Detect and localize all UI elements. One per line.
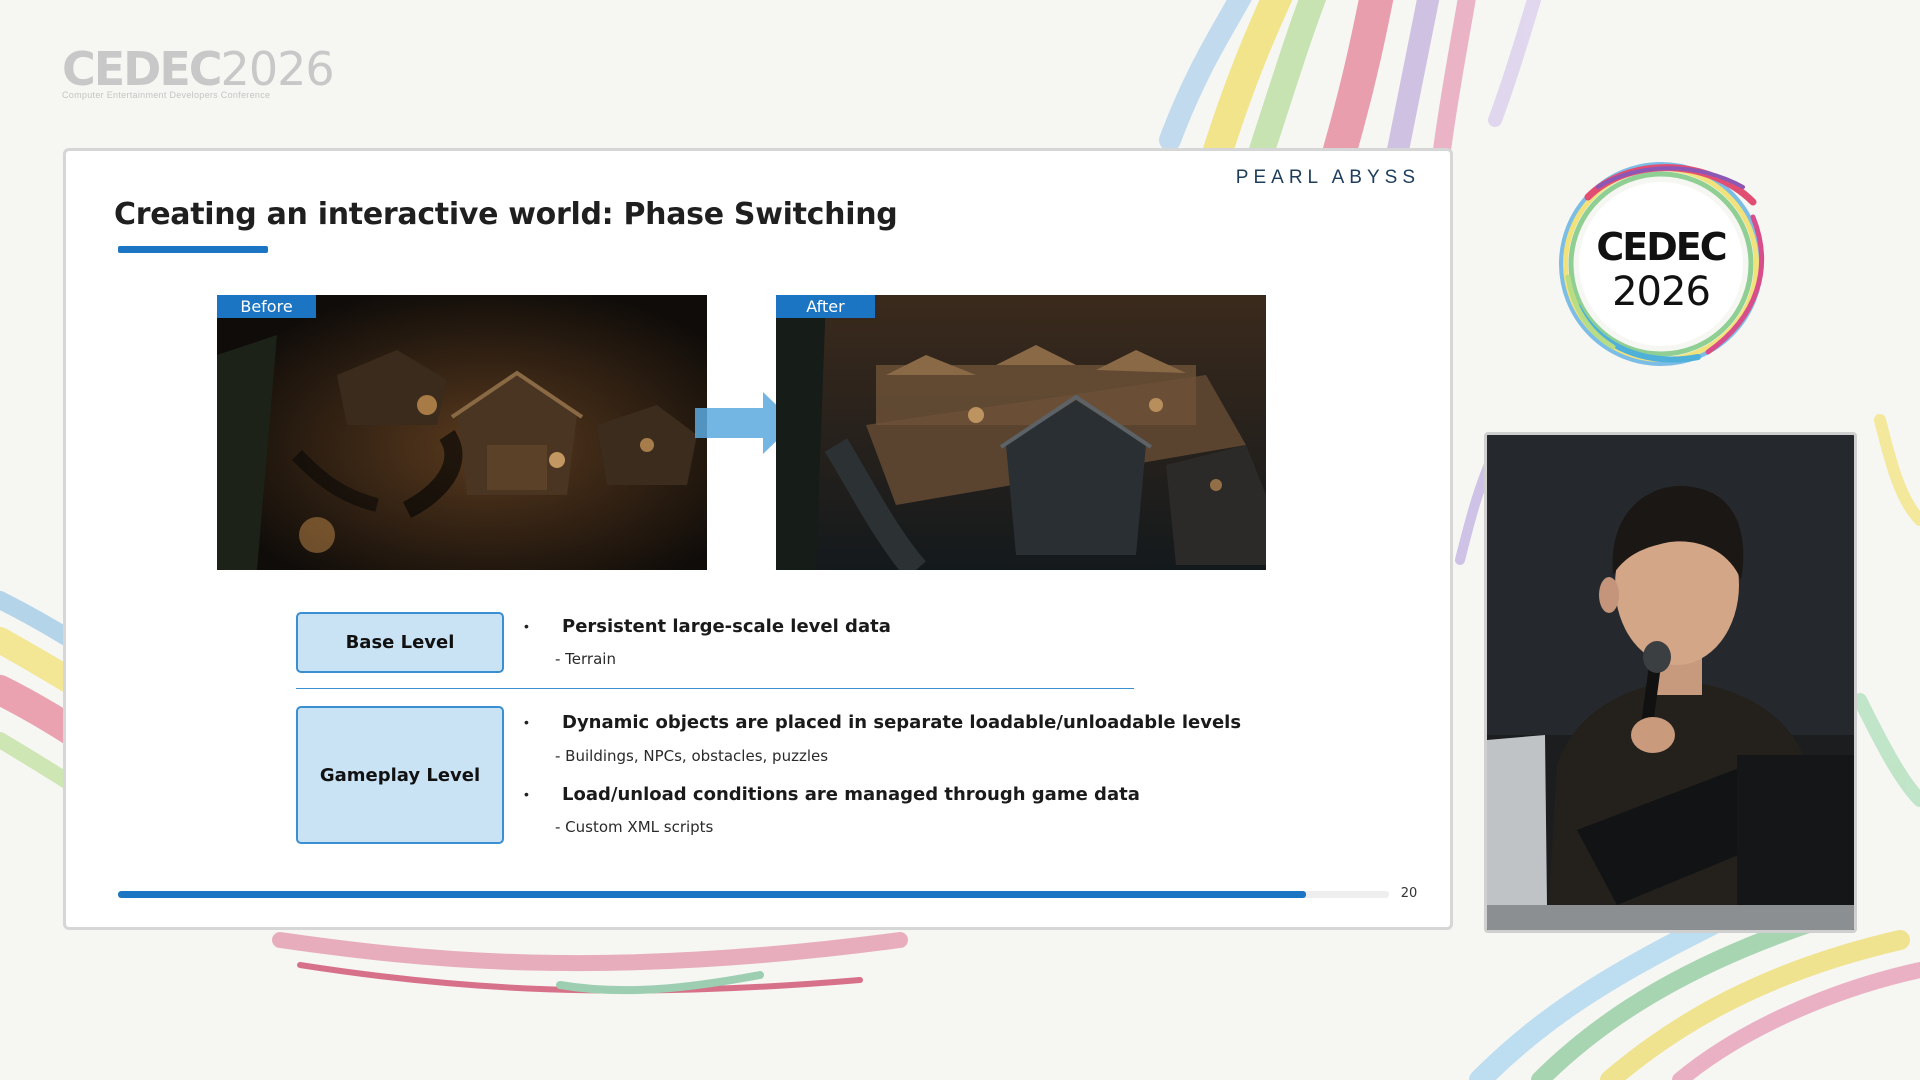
after-label: After [776, 295, 875, 318]
base-level-label: Base Level [345, 632, 455, 653]
event-ring-logo: CEDEC 2026 [1559, 162, 1765, 366]
presentation-slide: PEARL ABYSS Creating an interactive worl… [63, 148, 1453, 930]
slide-progress-bar [118, 891, 1389, 898]
bullet-icon: • [524, 714, 529, 730]
before-screenshot: Before [217, 295, 707, 570]
slide-progress-fill [118, 891, 1307, 898]
gameplay-level-detail-1: - Buildings, NPCs, obstacles, puzzles [555, 747, 829, 765]
base-level-detail: - Terrain [555, 650, 616, 668]
gameplay-level-label: Gameplay Level [319, 764, 481, 786]
base-level-point: Persistent large-scale level data [562, 616, 891, 637]
level-divider [296, 688, 1134, 689]
ring-logo-wordmark: CEDEC [1596, 225, 1725, 269]
slide-title: Creating an interactive world: Phase Swi… [114, 197, 898, 232]
gameplay-level-box: Gameplay Level [296, 706, 504, 844]
base-level-box: Base Level [296, 612, 504, 673]
event-logo: CEDEC2026 Computer Entertainment Develop… [62, 42, 335, 100]
before-scene-image [217, 295, 707, 570]
bullet-icon: • [524, 618, 529, 634]
speaker-camera-feed [1484, 432, 1857, 933]
brand-logo: PEARL ABYSS [1235, 167, 1420, 188]
gameplay-level-detail-2: - Custom XML scripts [555, 818, 714, 836]
after-screenshot: After [776, 295, 1266, 570]
after-scene-image [776, 295, 1266, 570]
ring-logo-year: 2026 [1612, 269, 1710, 315]
gameplay-level-point-1: Dynamic objects are placed in separate l… [562, 712, 1242, 733]
before-label: Before [217, 295, 316, 318]
event-logo-wordmark: CEDEC2026 [62, 42, 335, 96]
bullet-icon: • [524, 786, 529, 802]
speaker-video-image [1487, 435, 1854, 930]
page-number: 20 [1400, 886, 1418, 901]
title-underline [118, 246, 268, 253]
gameplay-level-point-2: Load/unload conditions are managed throu… [562, 784, 1140, 805]
